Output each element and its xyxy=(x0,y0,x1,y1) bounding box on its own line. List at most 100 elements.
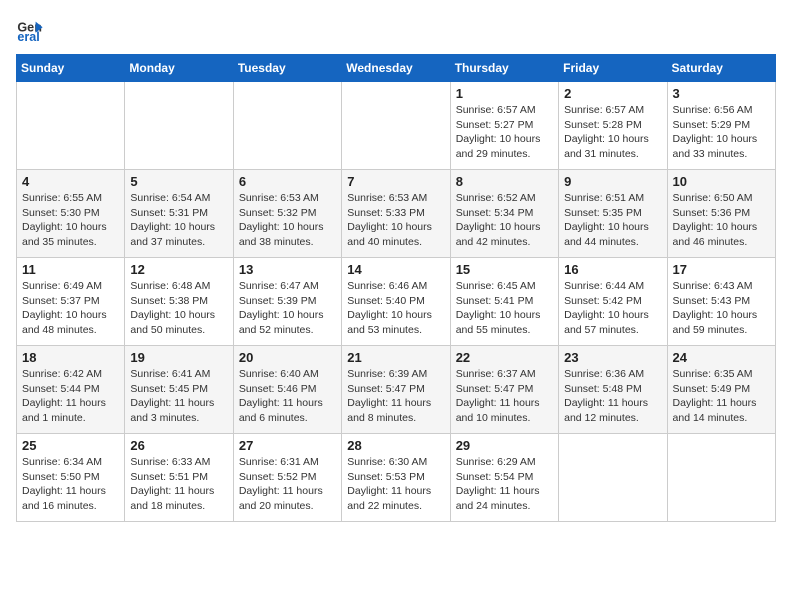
day-info: Sunrise: 6:50 AM Sunset: 5:36 PM Dayligh… xyxy=(673,191,770,250)
calendar-cell: 5 Sunrise: 6:54 AM Sunset: 5:31 PM Daylig… xyxy=(125,170,233,258)
day-number: 29 xyxy=(456,438,553,453)
day-info: Sunrise: 6:53 AM Sunset: 5:32 PM Dayligh… xyxy=(239,191,336,250)
calendar-week-3: 11 Sunrise: 6:49 AM Sunset: 5:37 PM Dayli… xyxy=(17,258,776,346)
day-info: Sunrise: 6:36 AM Sunset: 5:48 PM Dayligh… xyxy=(564,367,661,426)
day-info: Sunrise: 6:49 AM Sunset: 5:37 PM Dayligh… xyxy=(22,279,119,338)
day-number: 5 xyxy=(130,174,227,189)
day-info: Sunrise: 6:42 AM Sunset: 5:44 PM Dayligh… xyxy=(22,367,119,426)
svg-text:eral: eral xyxy=(17,30,39,44)
calendar-cell: 11 Sunrise: 6:49 AM Sunset: 5:37 PM Dayli… xyxy=(17,258,125,346)
day-number: 23 xyxy=(564,350,661,365)
day-number: 12 xyxy=(130,262,227,277)
calendar-cell: 27 Sunrise: 6:31 AM Sunset: 5:52 PM Dayli… xyxy=(233,434,341,522)
day-info: Sunrise: 6:29 AM Sunset: 5:54 PM Dayligh… xyxy=(456,455,553,514)
day-number: 20 xyxy=(239,350,336,365)
day-number: 22 xyxy=(456,350,553,365)
calendar-cell: 4Sunrise: 6:55 AM Sunset: 5:30 PM Daylig… xyxy=(17,170,125,258)
day-number: 28 xyxy=(347,438,444,453)
calendar: SundayMondayTuesdayWednesdayThursdayFrid… xyxy=(16,54,776,522)
day-number: 2 xyxy=(564,86,661,101)
calendar-cell: 7Sunrise: 6:53 AM Sunset: 5:33 PM Daylig… xyxy=(342,170,450,258)
calendar-cell xyxy=(667,434,775,522)
calendar-cell: 3Sunrise: 6:56 AM Sunset: 5:29 PM Daylig… xyxy=(667,82,775,170)
calendar-cell: 14Sunrise: 6:46 AM Sunset: 5:40 PM Dayli… xyxy=(342,258,450,346)
calendar-cell: 1 Sunrise: 6:57 AM Sunset: 5:27 PM Daylig… xyxy=(450,82,558,170)
calendar-cell: 17 Sunrise: 6:43 AM Sunset: 5:43 PM Dayli… xyxy=(667,258,775,346)
day-header-sunday: Sunday xyxy=(17,55,125,82)
day-number: 17 xyxy=(673,262,770,277)
logo-icon: Gen eral xyxy=(16,16,44,44)
calendar-body: 1 Sunrise: 6:57 AM Sunset: 5:27 PM Daylig… xyxy=(17,82,776,522)
day-number: 15 xyxy=(456,262,553,277)
calendar-header: SundayMondayTuesdayWednesdayThursdayFrid… xyxy=(17,55,776,82)
day-info: Sunrise: 6:41 AM Sunset: 5:45 PM Dayligh… xyxy=(130,367,227,426)
day-info: Sunrise: 6:40 AM Sunset: 5:46 PM Dayligh… xyxy=(239,367,336,426)
calendar-cell: 12 Sunrise: 6:48 AM Sunset: 5:38 PM Dayli… xyxy=(125,258,233,346)
day-header-thursday: Thursday xyxy=(450,55,558,82)
calendar-cell: 24 Sunrise: 6:35 AM Sunset: 5:49 PM Dayli… xyxy=(667,346,775,434)
day-header-saturday: Saturday xyxy=(667,55,775,82)
header-row: SundayMondayTuesdayWednesdayThursdayFrid… xyxy=(17,55,776,82)
day-number: 27 xyxy=(239,438,336,453)
calendar-cell: 26 Sunrise: 6:33 AM Sunset: 5:51 PM Dayli… xyxy=(125,434,233,522)
day-info: Sunrise: 6:30 AM Sunset: 5:53 PM Dayligh… xyxy=(347,455,444,514)
day-info: Sunrise: 6:31 AM Sunset: 5:52 PM Dayligh… xyxy=(239,455,336,514)
day-number: 11 xyxy=(22,262,119,277)
day-number: 10 xyxy=(673,174,770,189)
day-number: 6 xyxy=(239,174,336,189)
day-number: 1 xyxy=(456,86,553,101)
calendar-cell: 18 Sunrise: 6:42 AM Sunset: 5:44 PM Dayli… xyxy=(17,346,125,434)
day-number: 19 xyxy=(130,350,227,365)
calendar-cell: 15 Sunrise: 6:45 AM Sunset: 5:41 PM Dayli… xyxy=(450,258,558,346)
day-number: 3 xyxy=(673,86,770,101)
day-info: Sunrise: 6:52 AM Sunset: 5:34 PM Dayligh… xyxy=(456,191,553,250)
calendar-week-4: 18 Sunrise: 6:42 AM Sunset: 5:44 PM Dayli… xyxy=(17,346,776,434)
calendar-week-1: 1 Sunrise: 6:57 AM Sunset: 5:27 PM Daylig… xyxy=(17,82,776,170)
day-number: 25 xyxy=(22,438,119,453)
day-info: Sunrise: 6:35 AM Sunset: 5:49 PM Dayligh… xyxy=(673,367,770,426)
day-info: Sunrise: 6:45 AM Sunset: 5:41 PM Dayligh… xyxy=(456,279,553,338)
calendar-cell: 16 Sunrise: 6:44 AM Sunset: 5:42 PM Dayli… xyxy=(559,258,667,346)
calendar-cell xyxy=(17,82,125,170)
day-info: Sunrise: 6:54 AM Sunset: 5:31 PM Dayligh… xyxy=(130,191,227,250)
calendar-cell: 10 Sunrise: 6:50 AM Sunset: 5:36 PM Dayli… xyxy=(667,170,775,258)
day-info: Sunrise: 6:51 AM Sunset: 5:35 PM Dayligh… xyxy=(564,191,661,250)
calendar-cell: 8 Sunrise: 6:52 AM Sunset: 5:34 PM Daylig… xyxy=(450,170,558,258)
day-number: 14 xyxy=(347,262,444,277)
day-info: Sunrise: 6:53 AM Sunset: 5:33 PM Dayligh… xyxy=(347,191,444,250)
day-header-tuesday: Tuesday xyxy=(233,55,341,82)
day-info: Sunrise: 6:34 AM Sunset: 5:50 PM Dayligh… xyxy=(22,455,119,514)
day-info: Sunrise: 6:48 AM Sunset: 5:38 PM Dayligh… xyxy=(130,279,227,338)
calendar-cell: 28 Sunrise: 6:30 AM Sunset: 5:53 PM Dayli… xyxy=(342,434,450,522)
calendar-cell xyxy=(342,82,450,170)
day-info: Sunrise: 6:47 AM Sunset: 5:39 PM Dayligh… xyxy=(239,279,336,338)
day-number: 26 xyxy=(130,438,227,453)
day-info: Sunrise: 6:44 AM Sunset: 5:42 PM Dayligh… xyxy=(564,279,661,338)
calendar-cell: 29 Sunrise: 6:29 AM Sunset: 5:54 PM Dayli… xyxy=(450,434,558,522)
logo: Gen eral xyxy=(16,16,48,44)
calendar-cell: 9 Sunrise: 6:51 AM Sunset: 5:35 PM Daylig… xyxy=(559,170,667,258)
calendar-cell: 13 Sunrise: 6:47 AM Sunset: 5:39 PM Dayli… xyxy=(233,258,341,346)
calendar-cell: 25 Sunrise: 6:34 AM Sunset: 5:50 PM Dayli… xyxy=(17,434,125,522)
day-info: Sunrise: 6:43 AM Sunset: 5:43 PM Dayligh… xyxy=(673,279,770,338)
day-info: Sunrise: 6:57 AM Sunset: 5:28 PM Dayligh… xyxy=(564,103,661,162)
calendar-cell xyxy=(233,82,341,170)
day-number: 13 xyxy=(239,262,336,277)
calendar-cell: 23 Sunrise: 6:36 AM Sunset: 5:48 PM Dayli… xyxy=(559,346,667,434)
calendar-week-5: 25 Sunrise: 6:34 AM Sunset: 5:50 PM Dayli… xyxy=(17,434,776,522)
calendar-cell: 20 Sunrise: 6:40 AM Sunset: 5:46 PM Dayli… xyxy=(233,346,341,434)
header: Gen eral xyxy=(16,16,776,44)
day-info: Sunrise: 6:55 AM Sunset: 5:30 PM Dayligh… xyxy=(22,191,119,250)
day-header-friday: Friday xyxy=(559,55,667,82)
day-number: 16 xyxy=(564,262,661,277)
day-number: 24 xyxy=(673,350,770,365)
day-number: 18 xyxy=(22,350,119,365)
day-info: Sunrise: 6:33 AM Sunset: 5:51 PM Dayligh… xyxy=(130,455,227,514)
day-number: 8 xyxy=(456,174,553,189)
day-info: Sunrise: 6:37 AM Sunset: 5:47 PM Dayligh… xyxy=(456,367,553,426)
calendar-cell xyxy=(559,434,667,522)
calendar-cell xyxy=(125,82,233,170)
day-info: Sunrise: 6:57 AM Sunset: 5:27 PM Dayligh… xyxy=(456,103,553,162)
day-number: 9 xyxy=(564,174,661,189)
day-number: 21 xyxy=(347,350,444,365)
